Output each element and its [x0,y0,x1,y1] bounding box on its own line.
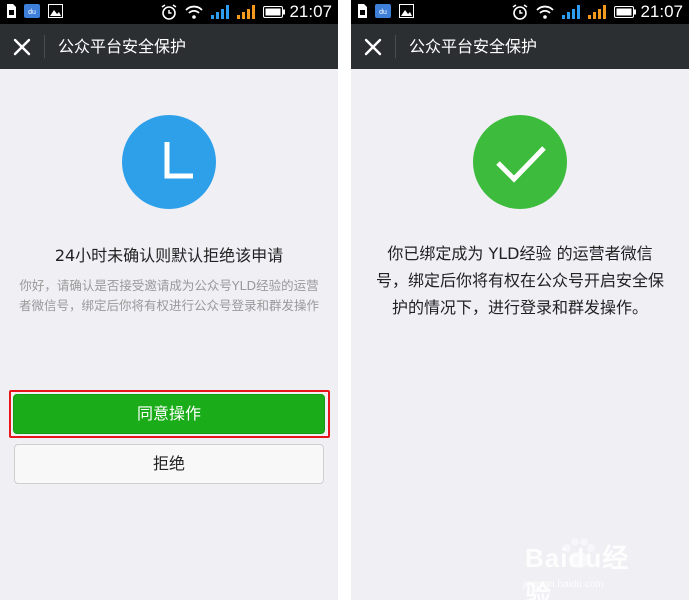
invitation-description: 你好，请确认是否接受邀请成为公众号YLD经验的运营者微信号，绑定后你将有权进行公… [18,278,319,313]
signal-icon-1 [562,5,581,19]
image-icon [48,4,63,18]
page-title: 公众平台安全保护 [58,37,187,56]
clock-icon [122,115,216,209]
app-notification-icon: du [24,4,40,18]
success-message: 你已绑定成为 YLD经验 的运营者微信号，绑定后你将有权在公众号开启安全保护的情… [375,244,664,317]
alarm-icon [513,4,528,20]
battery-icon [614,6,637,18]
close-icon[interactable] [10,35,34,59]
checkmark-icon [473,115,567,209]
status-bar: du 21:07 [351,0,689,24]
phone-screen-success: du 21:07 公众平台安全保护 你已绑定成为 YLD经验 的运营者微信号，绑… [351,0,689,600]
reject-button[interactable]: 拒绝 [14,444,324,484]
nav-bar: 公众平台安全保护 [0,24,338,69]
signal-icon-2 [237,5,256,19]
signal-icon-1 [211,5,230,19]
watermark-brand: Baidu经验 [525,543,630,600]
image-icon [399,4,414,18]
alarm-icon [162,4,177,20]
wifi-icon [185,5,204,19]
watermark-url: jingyan.baidu.com [523,579,604,590]
signal-icon-2 [588,5,607,19]
baidu-watermark: Baidu经验 jingyan.baidu.com [515,532,655,600]
clock-time: 21:07 [640,2,683,21]
clock-time: 21:07 [289,2,332,21]
wifi-icon [536,5,555,19]
close-icon[interactable] [361,35,385,59]
nav-bar: 公众平台安全保护 [351,24,689,69]
sim-card-icon [358,4,367,18]
phone-screen-confirm: du 21:07 公众平台安全保护 24小时未确认则默认拒绝该申请 你好，请确认… [0,0,338,600]
app-notification-icon: du [375,4,391,18]
svg-text:du: du [379,9,387,16]
battery-icon [263,6,286,18]
page-title: 公众平台安全保护 [409,37,538,56]
status-bar: du 21:07 [0,0,338,24]
svg-text:du: du [28,9,36,16]
agree-button[interactable]: 同意操作 [13,394,325,434]
expiry-headline: 24小时未确认则默认拒绝该申请 [54,246,284,265]
nav-divider [44,35,45,58]
sim-card-icon [7,4,16,18]
nav-divider [395,35,396,58]
